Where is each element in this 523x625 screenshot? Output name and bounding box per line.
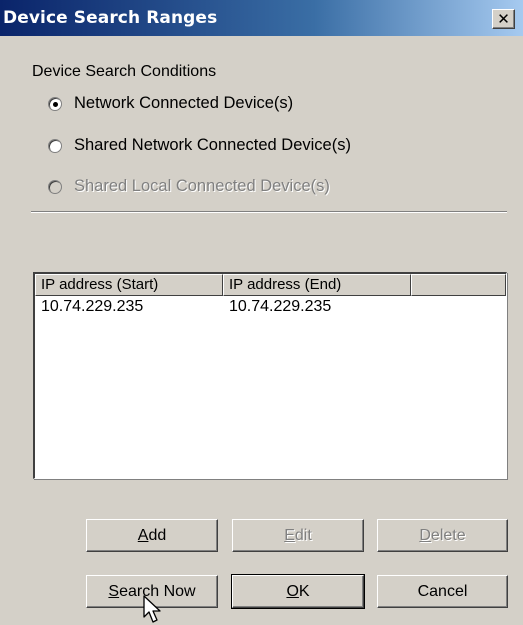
radio-button-checked-icon[interactable] <box>48 96 62 111</box>
delete-button: Delete <box>377 519 508 552</box>
ip-start-cell: 10.74.229.235 <box>41 298 144 315</box>
radio-shared-network-connected[interactable]: Shared Network Connected Device(s) <box>48 136 351 155</box>
edit-button: Edit <box>232 519 364 552</box>
radio-button-icon[interactable] <box>48 138 62 153</box>
separator <box>31 211 507 213</box>
ip-end-cell: 10.74.229.235 <box>229 298 332 315</box>
ok-button[interactable]: OK <box>231 574 365 609</box>
list-header: IP address (Start) IP address (End) <box>35 274 506 296</box>
close-icon: ✕ <box>497 10 510 28</box>
add-button[interactable]: Add <box>86 519 218 552</box>
column-header-empty[interactable] <box>411 274 506 296</box>
table-row[interactable]: 10.74.229.235 10.74.229.235 <box>35 296 506 318</box>
mouse-pointer-icon <box>143 595 161 623</box>
radio-shared-local-connected: Shared Local Connected Device(s) <box>48 177 330 196</box>
radio-label: Shared Network Connected Device(s) <box>74 136 351 154</box>
title-bar: Device Search Ranges ✕ <box>0 0 523 36</box>
ip-range-list[interactable]: IP address (Start) IP address (End) 10.7… <box>33 272 507 479</box>
cancel-button[interactable]: Cancel <box>377 575 508 608</box>
search-conditions-label: Device Search Conditions <box>32 63 217 80</box>
radio-network-connected[interactable]: Network Connected Device(s) <box>48 94 293 113</box>
column-header-ip-start[interactable]: IP address (Start) <box>35 274 223 296</box>
column-header-ip-end[interactable]: IP address (End) <box>223 274 411 296</box>
radio-label: Network Connected Device(s) <box>74 94 294 112</box>
window-title: Device Search Ranges <box>3 8 218 28</box>
close-button[interactable]: ✕ <box>492 9 515 29</box>
radio-button-disabled-icon <box>48 179 62 194</box>
radio-label: Shared Local Connected Device(s) <box>74 177 330 195</box>
